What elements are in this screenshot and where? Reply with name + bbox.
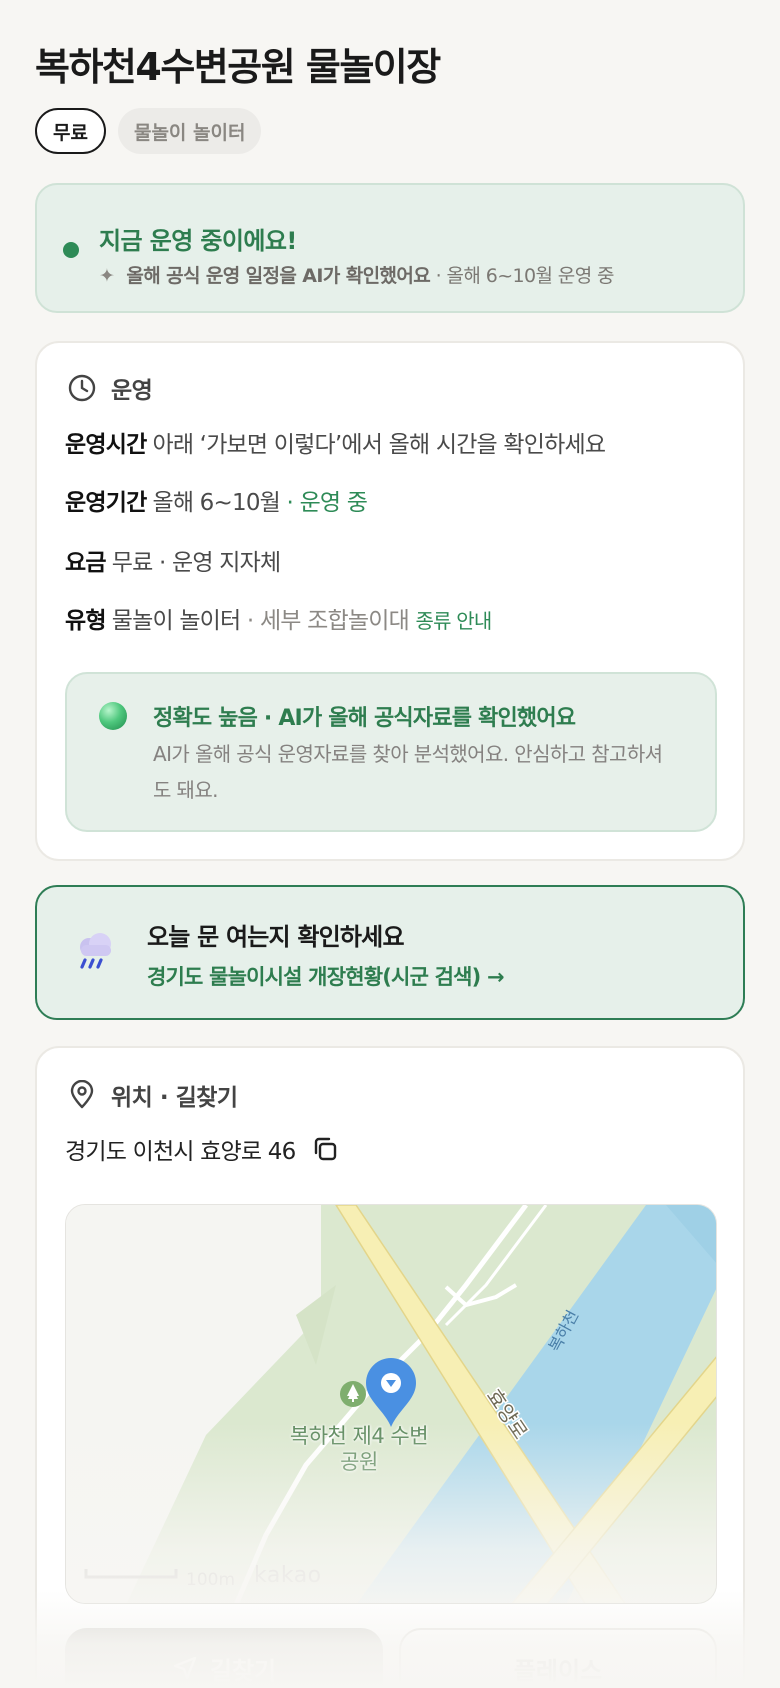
type-detail: · 세부 조합놀이대 <box>240 608 410 634</box>
type-row: 유형 물놀이 놀이터 · 세부 조합놀이대 종류 안내 <box>65 601 493 635</box>
hours-value: 아래 ‘가보면 이렇다’에서 올해 시간을 확인하세요 <box>152 432 606 458</box>
location-actions: 길찾기 플레이스 <box>65 1628 717 1688</box>
map-tiles: 복하천 효양로 <box>66 1205 716 1603</box>
period-value: 올해 6~10월 <box>152 490 281 516</box>
period-key: 운영기간 <box>65 490 147 516</box>
period-status: · 운영 중 <box>280 490 368 516</box>
accuracy-description: AI가 올해 공식 운영자료를 찾아 분석했어요. 안심하고 참고하셔도 돼요. <box>153 742 663 802</box>
type-value: 물놀이 놀이터 <box>111 608 241 634</box>
address-text: 경기도 이천시 효양로 46 <box>65 1139 296 1165</box>
status-title: 지금 운영 중이에요! <box>99 227 297 255</box>
operation-heading-label: 운영 <box>111 378 153 404</box>
location-card: 위치 · 길찾기 경기도 이천시 효양로 46 복하천 효양로 복하천 제4 수… <box>35 1046 745 1688</box>
rain-cloud-icon <box>80 933 111 969</box>
map-park-label: 복하천 제4 수변공원 <box>289 1424 429 1474</box>
location-pin-icon <box>70 1080 94 1109</box>
status-dot-icon <box>63 242 79 258</box>
location-heading: 위치 · 길찾기 <box>67 1078 238 1112</box>
kakao-logo: kakao <box>254 1563 322 1588</box>
hours-key: 운영시간 <box>65 432 147 458</box>
map-scale-label: 100m <box>186 1570 236 1590</box>
address-row: 경기도 이천시 효양로 46 <box>65 1132 339 1166</box>
open-check-title: 오늘 문 여는지 확인하세요 <box>147 923 405 951</box>
fee-key: 요금 <box>65 550 107 576</box>
open-status-link[interactable]: 경기도 물놀이시설 개장현황(시군 검색) → <box>147 961 505 991</box>
accuracy-title: 정확도 높음 · AI가 올해 공식자료를 확인했어요 <box>153 706 576 731</box>
accuracy-box: 정확도 높음 · AI가 올해 공식자료를 확인했어요 AI가 올해 공식 운영… <box>65 672 717 832</box>
status-ai-note: 올해 공식 운영 일정을 AI가 확인했어요 <box>126 265 431 287</box>
page-title: 복하천4수변공원 물놀이장 <box>35 45 441 89</box>
place-button[interactable]: 플레이스 <box>399 1628 717 1688</box>
operation-hours-row: 운영시간 아래 ‘가보면 이렇다’에서 올해 시간을 확인하세요 <box>65 425 606 459</box>
operation-period-row: 운영기간 올해 6~10월 · 운영 중 <box>65 483 368 517</box>
operation-heading: 운영 <box>67 371 153 405</box>
navigate-button-label: 길찾기 <box>209 1656 277 1685</box>
chip-free[interactable]: 무료 <box>35 108 106 154</box>
copy-icon[interactable] <box>311 1135 339 1163</box>
open-status-card: 지금 운영 중이에요! ✦ 올해 공식 운영 일정을 AI가 확인했어요 · 올해… <box>35 183 745 313</box>
clock-icon <box>68 374 96 402</box>
status-subtitle: ✦ 올해 공식 운영 일정을 AI가 확인했어요 · 올해 6~10월 운영 중 <box>99 261 614 288</box>
open-check-card[interactable]: 오늘 문 여는지 확인하세요 경기도 물놀이시설 개장현황(시군 검색) → <box>35 885 745 1020</box>
sparkle-icon: ✦ <box>99 265 115 287</box>
type-key: 유형 <box>65 608 107 634</box>
location-heading-label: 위치 · 길찾기 <box>111 1085 238 1111</box>
fee-row: 요금 무료 · 운영 지자체 <box>65 543 281 577</box>
operation-card: 운영 운영시간 아래 ‘가보면 이렇다’에서 올해 시간을 확인하세요 운영기간 올… <box>35 341 745 861</box>
navigation-arrow-icon <box>173 1656 197 1680</box>
location-map[interactable]: 복하천 효양로 복하천 제4 수변공원 100m kakao <box>65 1204 717 1604</box>
tag-chips: 무료 물놀이 놀이터 <box>35 108 262 154</box>
place-button-label: 플레이스 <box>513 1656 603 1685</box>
fee-value: 무료 · 운영 지자체 <box>111 550 281 576</box>
chip-type[interactable]: 물놀이 놀이터 <box>117 108 262 154</box>
accuracy-orb-icon <box>99 702 127 730</box>
navigate-button[interactable]: 길찾기 <box>65 1628 383 1688</box>
type-guide-link[interactable]: 종류 안내 <box>416 609 493 633</box>
status-period-note: · 올해 6~10월 운영 중 <box>430 265 615 287</box>
